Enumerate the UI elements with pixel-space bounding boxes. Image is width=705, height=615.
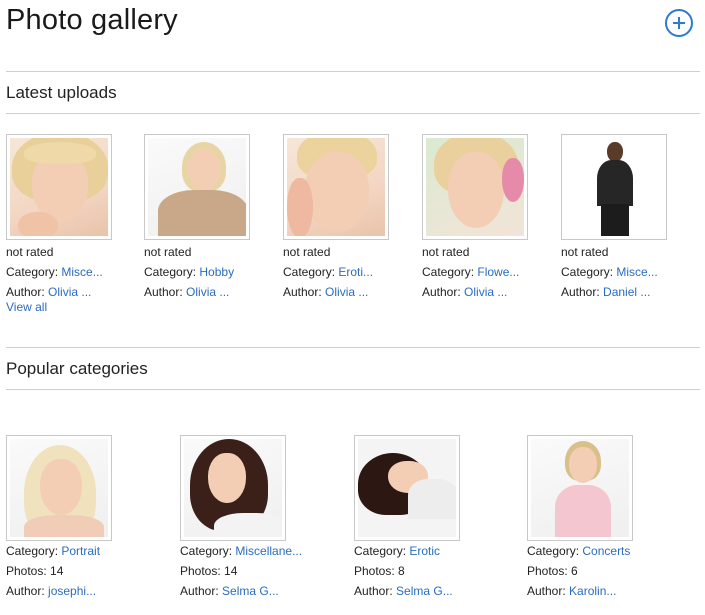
author-label: Author: xyxy=(6,285,45,299)
category-label: Category: xyxy=(6,544,59,558)
latest-upload-card: not rated Category: Flowe... Author: Oli… xyxy=(422,134,552,302)
photo-thumbnail[interactable] xyxy=(6,134,112,240)
photos-count: 14 xyxy=(224,564,238,578)
section-title-latest-uploads: Latest uploads xyxy=(6,83,117,102)
author-label: Author: xyxy=(283,285,322,299)
latest-upload-card: not rated Category: Eroti... Author: Oli… xyxy=(283,134,413,302)
divider xyxy=(6,389,700,390)
author-label: Author: xyxy=(527,584,566,598)
rating-text: not rated xyxy=(144,245,192,259)
rating-text: not rated xyxy=(422,245,470,259)
author-label: Author: xyxy=(422,285,461,299)
photos-label: Photos: xyxy=(354,564,395,578)
category-link[interactable]: Erotic xyxy=(409,544,440,558)
author-link[interactable]: Olivia ... xyxy=(325,285,368,299)
author-link[interactable]: Karolin... xyxy=(569,584,616,598)
author-label: Author: xyxy=(180,584,219,598)
category-label: Category: xyxy=(6,265,59,279)
author-link[interactable]: Selma G... xyxy=(222,584,279,598)
photos-label: Photos: xyxy=(6,564,47,578)
photos-label: Photos: xyxy=(180,564,221,578)
author-link[interactable]: Olivia ... xyxy=(186,285,229,299)
category-link[interactable]: Misce... xyxy=(61,265,102,279)
divider xyxy=(6,113,700,114)
category-link[interactable]: Flowe... xyxy=(477,265,519,279)
category-thumbnail[interactable] xyxy=(180,435,286,541)
category-thumbnail[interactable] xyxy=(6,435,112,541)
latest-upload-card: not rated Category: Misce... Author: Dan… xyxy=(561,134,691,302)
view-all-link[interactable]: View all xyxy=(6,300,47,314)
category-label: Category: xyxy=(180,544,233,558)
category-link[interactable]: Portrait xyxy=(61,544,100,558)
divider xyxy=(6,71,700,72)
category-link[interactable]: Miscellane... xyxy=(235,544,302,558)
rating-text: not rated xyxy=(561,245,609,259)
page-title: Photo gallery xyxy=(6,4,178,36)
category-link[interactable]: Misce... xyxy=(616,265,657,279)
divider xyxy=(6,347,700,348)
latest-upload-card: not rated Category: Misce... Author: Oli… xyxy=(6,134,136,302)
photos-count: 6 xyxy=(571,564,578,578)
photo-thumbnail[interactable] xyxy=(422,134,528,240)
author-label: Author: xyxy=(144,285,183,299)
category-label: Category: xyxy=(354,544,407,558)
category-label: Category: xyxy=(527,544,580,558)
category-label: Category: xyxy=(283,265,336,279)
author-link[interactable]: josephi... xyxy=(48,584,96,598)
category-card: Category: Concerts Photos: 6 Author: Kar… xyxy=(527,435,657,601)
author-link[interactable]: Selma G... xyxy=(396,584,453,598)
latest-upload-card: not rated Category: Hobby Author: Olivia… xyxy=(144,134,274,302)
section-title-popular-categories: Popular categories xyxy=(6,359,148,378)
category-card: Category: Portrait Photos: 14 Author: jo… xyxy=(6,435,136,601)
photo-thumbnail[interactable] xyxy=(283,134,389,240)
author-label: Author: xyxy=(354,584,393,598)
category-card: Category: Miscellane... Photos: 14 Autho… xyxy=(180,435,310,601)
category-card: Category: Erotic Photos: 8 Author: Selma… xyxy=(354,435,484,601)
photos-label: Photos: xyxy=(527,564,568,578)
category-label: Category: xyxy=(561,265,614,279)
rating-text: not rated xyxy=(6,245,54,259)
category-link[interactable]: Hobby xyxy=(199,265,234,279)
category-link[interactable]: Concerts xyxy=(582,544,630,558)
photos-count: 14 xyxy=(50,564,64,578)
category-label: Category: xyxy=(422,265,475,279)
photos-count: 8 xyxy=(398,564,405,578)
photo-thumbnail[interactable] xyxy=(561,134,667,240)
category-thumbnail[interactable] xyxy=(354,435,460,541)
author-label: Author: xyxy=(561,285,600,299)
add-photo-button[interactable] xyxy=(665,9,693,37)
author-link[interactable]: Olivia ... xyxy=(464,285,507,299)
rating-text: not rated xyxy=(283,245,331,259)
author-label: Author: xyxy=(6,584,45,598)
author-link[interactable]: Olivia ... xyxy=(48,285,91,299)
category-thumbnail[interactable] xyxy=(527,435,633,541)
photo-thumbnail[interactable] xyxy=(144,134,250,240)
author-link[interactable]: Daniel ... xyxy=(603,285,650,299)
category-label: Category: xyxy=(144,265,197,279)
category-link[interactable]: Eroti... xyxy=(338,265,373,279)
